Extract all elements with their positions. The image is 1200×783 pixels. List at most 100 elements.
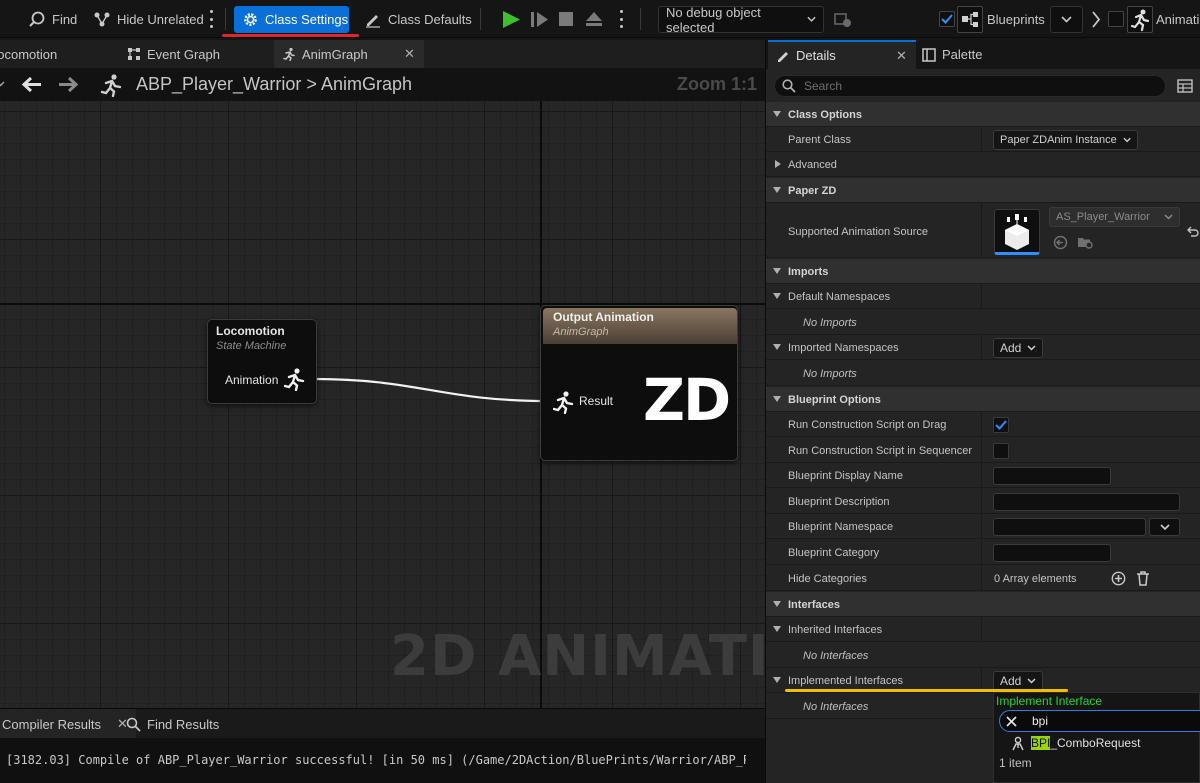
- expand-arrow-icon: [773, 111, 781, 117]
- popup-search-value: bpi: [1032, 714, 1049, 728]
- tab-palette[interactable]: Palette: [922, 40, 982, 69]
- gear-icon: [244, 13, 257, 26]
- animation-runner-icon: [1127, 6, 1153, 33]
- expand-arrow-icon: [773, 344, 781, 350]
- browse-folder-icon[interactable]: [1077, 235, 1093, 249]
- property-default-namespaces[interactable]: Default Namespaces: [766, 284, 1200, 309]
- animation-pin-icon[interactable]: [284, 367, 306, 391]
- animation-source-asset-icon: [1005, 214, 1029, 250]
- parent-class-dropdown[interactable]: Paper ZDAnim Instance: [993, 130, 1138, 150]
- category-interfaces[interactable]: Interfaces: [766, 592, 1200, 617]
- close-tab-icon[interactable]: ✕: [404, 46, 415, 62]
- chevron-down-icon: [1164, 214, 1173, 220]
- breadcrumb-current: AnimGraph: [320, 74, 412, 94]
- use-selected-icon[interactable]: [1053, 235, 1068, 250]
- result-pin-icon[interactable]: [553, 390, 575, 414]
- namespace-dropdown[interactable]: [1149, 518, 1180, 536]
- reset-arrow-icon[interactable]: [1186, 225, 1199, 238]
- tab-find-results[interactable]: Find Results: [126, 709, 219, 739]
- property-advanced[interactable]: Advanced: [766, 152, 1200, 177]
- table-view-icon[interactable]: [1177, 78, 1193, 94]
- property-imported-namespaces[interactable]: Imported Namespaces Add: [766, 335, 1200, 360]
- more-options-icon[interactable]: [209, 10, 213, 28]
- eject-icon[interactable]: [584, 10, 604, 29]
- play-icon[interactable]: [501, 10, 521, 29]
- asset-thumbnail[interactable]: [994, 209, 1040, 255]
- hide-unrelated-button[interactable]: Hide Unrelated: [93, 6, 204, 32]
- property-hide-categories: Hide Categories 0 Array elements: [766, 566, 1200, 591]
- tab-locomotion[interactable]: Locomotion: [0, 40, 57, 68]
- add-interface-button[interactable]: Add: [993, 671, 1044, 691]
- breadcrumb-root[interactable]: ABP_Player_Warrior: [136, 74, 301, 94]
- tab-event-graph-label: Event Graph: [147, 46, 220, 62]
- tab-palette-label: Palette: [942, 47, 983, 62]
- run-construction-drag-checkbox[interactable]: [993, 417, 1009, 433]
- blueprint-hierarchy-icon: [957, 6, 983, 33]
- run-construction-sequencer-checkbox[interactable]: [993, 443, 1009, 459]
- close-tab-icon[interactable]: ✕: [896, 48, 907, 64]
- breadcrumb-path: ABP_Player_Warrior > AnimGraph: [136, 74, 412, 95]
- tab-compiler-results[interactable]: Compiler Results ✕: [0, 709, 136, 739]
- class-defaults-button[interactable]: Class Defaults: [364, 6, 472, 32]
- class-settings-button[interactable]: Class Settings: [234, 6, 349, 33]
- play-options-icon[interactable]: [619, 10, 623, 28]
- add-element-icon[interactable]: [1111, 571, 1126, 586]
- category-input[interactable]: [993, 544, 1111, 562]
- display-name-input[interactable]: [993, 467, 1111, 485]
- category-class-options[interactable]: Class Options: [766, 102, 1200, 127]
- namespace-input[interactable]: [993, 518, 1146, 536]
- match-rest: _ComboRequest: [1050, 736, 1141, 750]
- property-supported-animation-source: Supported Animation Source AS_Player_War…: [766, 203, 1200, 258]
- hide-unrelated-icon: [94, 12, 110, 27]
- node-pin-label: Animation: [225, 373, 279, 387]
- clear-search-icon[interactable]: [1005, 715, 1018, 728]
- category-imports[interactable]: Imports: [766, 259, 1200, 284]
- category-blueprint-options[interactable]: Blueprint Options: [766, 387, 1200, 412]
- main-toolbar: Find Hide Unrelated Class Settings Class…: [0, 0, 1200, 38]
- popup-search-input[interactable]: bpi: [999, 710, 1200, 732]
- property-inherited-interfaces[interactable]: Inherited Interfaces: [766, 617, 1200, 642]
- checkmark-icon: [941, 14, 953, 24]
- animation-source-dropdown[interactable]: AS_Player_Warrior: [1049, 207, 1180, 227]
- chevron-down-icon[interactable]: [0, 81, 5, 87]
- debug-filter-icon[interactable]: [834, 11, 852, 28]
- anim-graph-canvas[interactable]: ABP_Player_Warrior > AnimGraph Zoom 1:1 …: [0, 68, 865, 708]
- property-category: Blueprint Category: [766, 540, 1200, 565]
- find-button[interactable]: Find: [28, 6, 77, 32]
- blueprints-checkbox[interactable]: [939, 11, 955, 27]
- category-paper-zd[interactable]: Paper ZD: [766, 178, 1200, 203]
- details-panel: Details ✕ Palette Search Class Options P…: [765, 40, 1200, 783]
- blueprints-dropdown[interactable]: [1050, 6, 1083, 33]
- event-graph-icon: [128, 48, 140, 60]
- description-input[interactable]: [993, 493, 1180, 511]
- output-animation-node[interactable]: Output Animation AnimGraph Result ZD: [540, 305, 738, 461]
- annotation-red-underline: [222, 34, 359, 37]
- log-line[interactable]: [3182.03] Compile of ABP_Player_Warrior …: [6, 753, 746, 767]
- breadcrumb: ABP_Player_Warrior > AnimGraph Zoom 1:1: [0, 68, 765, 101]
- tab-event-graph[interactable]: Event Graph: [127, 40, 220, 68]
- forward-arrow-icon[interactable]: [58, 76, 78, 93]
- tab-locomotion-label: Locomotion: [0, 46, 58, 62]
- interface-icon: [1012, 736, 1024, 751]
- locomotion-state-machine-node[interactable]: Locomotion State Machine Animation: [207, 319, 317, 404]
- tab-anim-graph-label: AnimGraph: [302, 46, 368, 62]
- back-arrow-icon[interactable]: [22, 76, 42, 93]
- tab-anim-graph[interactable]: AnimGraph ✕: [274, 40, 424, 68]
- graph-tabs: Locomotion Event Graph AnimGraph ✕: [0, 40, 765, 68]
- add-namespace-button[interactable]: Add: [993, 338, 1044, 358]
- property-run-construction-sequencer: Run Construction Script in Sequencer: [766, 438, 1200, 463]
- details-search-input[interactable]: Search: [774, 75, 1166, 97]
- checkmark-icon: [995, 420, 1007, 430]
- debug-object-select[interactable]: No debug object selected: [658, 4, 824, 35]
- trash-icon[interactable]: [1136, 571, 1150, 586]
- tab-details[interactable]: Details ✕: [768, 40, 916, 69]
- debug-object-value: No debug object selected: [666, 4, 761, 35]
- expand-arrow-icon: [773, 601, 781, 607]
- animation-checkbox[interactable]: [1108, 11, 1124, 27]
- step-icon[interactable]: [530, 10, 550, 29]
- stop-icon[interactable]: [557, 10, 575, 29]
- interface-result-item[interactable]: BPI_ComboRequest: [994, 733, 1200, 755]
- find-results-label: Find Results: [147, 716, 220, 732]
- divider: [640, 8, 641, 30]
- node-title: Locomotion: [216, 324, 285, 338]
